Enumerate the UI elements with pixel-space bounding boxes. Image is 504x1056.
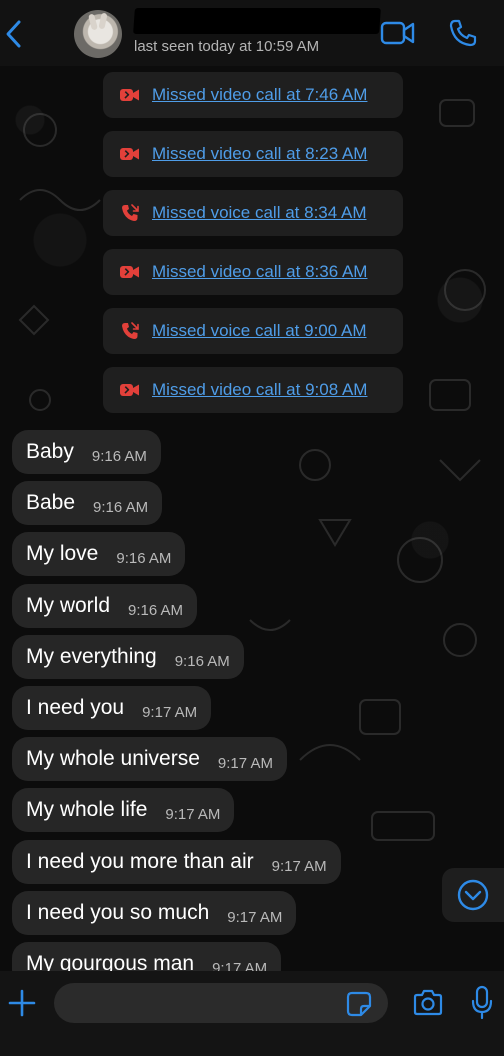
incoming-message-bubble[interactable]: My world 9:16 AM (12, 584, 198, 628)
missed-voice-call-icon (120, 322, 140, 339)
message-timestamp: 9:17 AM (142, 704, 198, 721)
missed-video-call-icon (120, 382, 140, 398)
video-call-button[interactable] (380, 20, 416, 46)
missed-video-call-icon (120, 87, 140, 103)
message-text: I need you so much (26, 901, 210, 924)
incoming-message-bubble[interactable]: Baby 9:16 AM (12, 430, 161, 474)
incoming-message-bubble[interactable]: My whole universe 9:17 AM (12, 737, 287, 781)
missed-call-notice[interactable]: Missed video call at 7:46 AM (103, 72, 403, 118)
message-timestamp: 9:17 AM (271, 858, 327, 875)
plus-icon (8, 989, 36, 1017)
chevron-left-icon (6, 20, 21, 48)
message-text: My love (26, 542, 99, 565)
missed-call-notice[interactable]: Missed video call at 8:23 AM (103, 131, 403, 177)
incoming-message-bubble[interactable]: I need you more than air 9:17 AM (12, 840, 341, 884)
camera-button[interactable] (412, 989, 444, 1017)
last-seen-status: last seen today at 10:59 AM (134, 38, 320, 55)
video-camera-icon (380, 21, 415, 45)
missed-call-notice[interactable]: Missed voice call at 9:00 AM (103, 308, 403, 354)
missed-call-notice[interactable]: Missed video call at 8:36 AM (103, 249, 403, 295)
incoming-message-bubble[interactable]: Babe 9:16 AM (12, 481, 163, 525)
incoming-message-bubble[interactable]: My love 9:16 AM (12, 532, 186, 576)
missed-call-link[interactable]: Missed voice call at 9:00 AM (152, 321, 366, 341)
message-timestamp: 9:17 AM (165, 806, 221, 823)
message-timestamp: 9:17 AM (217, 755, 273, 772)
microphone-icon (471, 985, 493, 1020)
camera-icon (413, 989, 443, 1016)
message-timestamp: 9:16 AM (93, 499, 149, 516)
message-text: My whole life (26, 798, 148, 821)
missed-call-notice[interactable]: Missed video call at 9:08 AM (103, 367, 403, 413)
message-text: Babe (26, 491, 76, 514)
incoming-message-bubble[interactable]: My whole life 9:17 AM (12, 788, 235, 832)
message-input[interactable] (54, 983, 388, 1023)
missed-video-call-icon (120, 146, 140, 162)
phone-icon (449, 19, 477, 47)
missed-call-link[interactable]: Missed video call at 8:36 AM (152, 262, 367, 282)
incoming-message-bubble[interactable]: I need you 9:17 AM (12, 686, 212, 730)
contact-avatar[interactable] (74, 10, 122, 58)
missed-voice-call-icon (120, 204, 140, 221)
message-composer (0, 971, 504, 1056)
message-text: Baby (26, 440, 74, 463)
message-text: My everything (26, 645, 157, 668)
voice-call-button[interactable] (448, 18, 478, 48)
message-text: I need you (26, 696, 125, 719)
message-timestamp: 9:16 AM (174, 653, 230, 670)
missed-video-call-icon (120, 264, 140, 280)
message-timestamp: 9:17 AM (227, 909, 283, 926)
message-text: I need you more than air (26, 850, 254, 873)
missed-call-link[interactable]: Missed video call at 7:46 AM (152, 85, 367, 105)
contact-name-redacted[interactable] (133, 8, 381, 34)
missed-call-link[interactable]: Missed video call at 8:23 AM (152, 144, 367, 164)
message-text: My world (26, 594, 111, 617)
scroll-to-bottom-button[interactable] (442, 868, 504, 922)
missed-call-notice[interactable]: Missed voice call at 8:34 AM (103, 190, 403, 236)
sticker-icon (346, 991, 372, 1017)
chevron-down-circle-icon (457, 879, 489, 911)
message-text: My whole universe (26, 747, 200, 770)
message-timestamp: 9:16 AM (128, 602, 184, 619)
message-timestamp: 9:16 AM (116, 550, 172, 567)
attach-button[interactable] (6, 987, 38, 1019)
microphone-button[interactable] (470, 985, 494, 1021)
incoming-message-bubble[interactable]: I need you so much 9:17 AM (12, 891, 297, 935)
chat-header: last seen today at 10:59 AM (0, 0, 504, 66)
incoming-message-bubble[interactable]: My everything 9:16 AM (12, 635, 244, 679)
back-button[interactable] (2, 16, 24, 52)
sticker-button[interactable] (346, 991, 372, 1017)
message-timestamp: 9:16 AM (91, 448, 147, 465)
missed-call-link[interactable]: Missed video call at 9:08 AM (152, 380, 367, 400)
missed-call-link[interactable]: Missed voice call at 8:34 AM (152, 203, 366, 223)
